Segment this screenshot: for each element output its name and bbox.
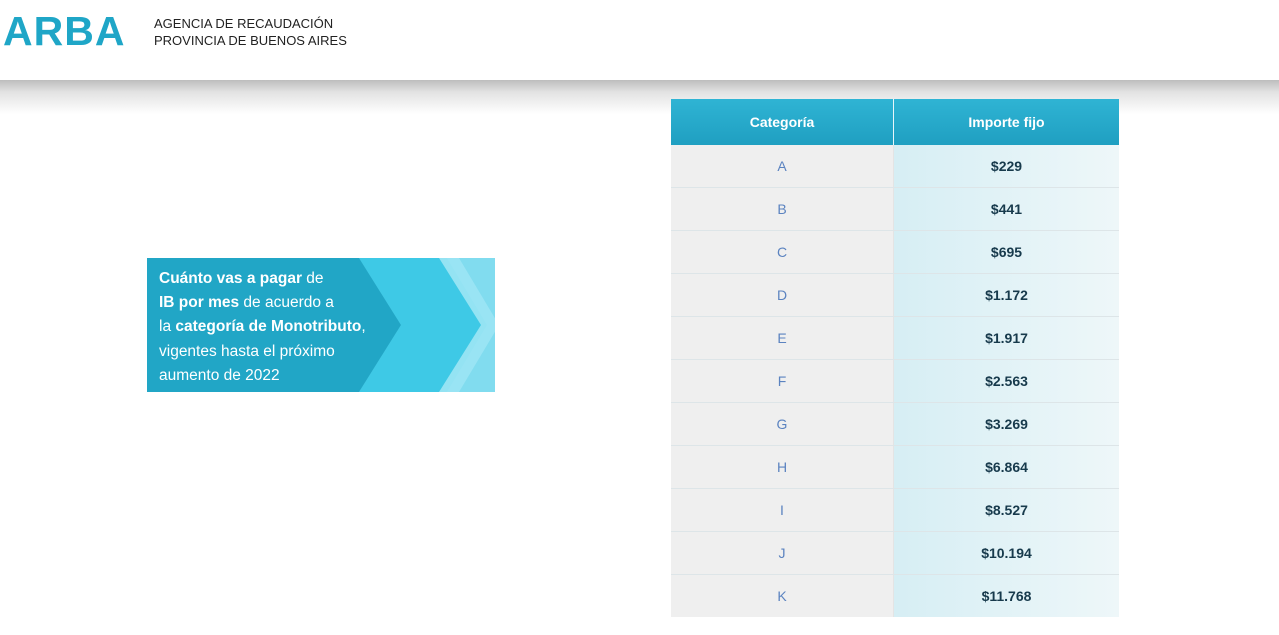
amount-cell: $1.917	[985, 330, 1028, 346]
banner-line-2: IB por mes de acuerdo a	[159, 291, 399, 315]
amount-cell: $229	[990, 158, 1023, 174]
amount-cell: $3.269	[985, 416, 1028, 432]
banner-line-4: vigentes hasta el próximo	[159, 342, 335, 360]
banner-emphasis: IB por mes	[159, 294, 240, 312]
banner-text-fragment: la	[159, 318, 176, 336]
category-cell: H	[671, 446, 894, 488]
arba-logo[interactable]: ARBA	[3, 8, 125, 54]
category-cell: J	[671, 532, 894, 574]
table-row: D $1.172	[671, 274, 1119, 317]
category-cell: D	[671, 274, 894, 316]
amount-cell: $1.172	[985, 287, 1028, 303]
category-cell: B	[671, 188, 894, 230]
category-cell: G	[671, 403, 894, 445]
table-row: G $3.269	[671, 403, 1119, 446]
banner-text-fragment: de acuerdo a	[239, 294, 334, 312]
table-row: I $8.527	[671, 489, 1119, 532]
table-row: C $695	[671, 231, 1119, 274]
table-row: F $2.563	[671, 360, 1119, 403]
amount-cell: $6.864	[985, 459, 1028, 475]
banner-text: Cuánto vas a pagar de IB por mes de acue…	[159, 267, 399, 388]
amount-cell: $441	[990, 201, 1023, 217]
info-banner: Cuánto vas a pagar de IB por mes de acue…	[147, 258, 495, 392]
table-row: B $441	[671, 188, 1119, 231]
amount-cell: $10.194	[981, 545, 1032, 561]
table-row: E $1.917	[671, 317, 1119, 360]
category-cell: C	[671, 231, 894, 273]
banner-emphasis: categoría de Monotributo	[175, 318, 362, 336]
banner-emphasis: Cuánto vas a pagar	[159, 270, 302, 287]
header-importe-fijo: Importe fijo	[968, 114, 1045, 130]
header-categoria: Categoría	[671, 99, 894, 145]
banner-line-1: Cuánto vas a pagar de	[159, 267, 399, 291]
monotributo-table: Categoría Importe fijo A $229 B $441 C $…	[671, 99, 1119, 617]
category-cell: I	[671, 489, 894, 531]
banner-text-fragment: de	[302, 270, 324, 287]
agency-name: AGENCIA DE RECAUDACIÓN PROVINCIA DE BUEN…	[154, 15, 347, 49]
category-cell: K	[671, 575, 894, 617]
category-cell: F	[671, 360, 894, 402]
table-row: J $10.194	[671, 532, 1119, 575]
agency-name-line-1: AGENCIA DE RECAUDACIÓN	[154, 16, 334, 31]
agency-name-line-2: PROVINCIA DE BUENOS AIRES	[154, 33, 347, 48]
amount-cell: $695	[990, 244, 1023, 260]
category-cell: A	[671, 145, 894, 187]
table-row: K $11.768	[671, 575, 1119, 617]
amount-cell: $2.563	[985, 373, 1028, 389]
amount-cell: $11.768	[981, 588, 1032, 604]
table-header: Categoría Importe fijo	[671, 99, 1119, 145]
table-body: A $229 B $441 C $695 D $1.172 E $1.917 F…	[671, 145, 1119, 617]
table-row: H $6.864	[671, 446, 1119, 489]
amount-cell: $8.527	[985, 502, 1028, 518]
site-header: ARBA AGENCIA DE RECAUDACIÓN PROVINCIA DE…	[0, 0, 1279, 80]
category-cell: E	[671, 317, 894, 359]
banner-line-3: la categoría de Monotributo,	[159, 315, 399, 339]
table-row: A $229	[671, 145, 1119, 188]
banner-line-5: aumento de 2022	[159, 366, 280, 384]
banner-text-fragment: ,	[361, 318, 366, 336]
